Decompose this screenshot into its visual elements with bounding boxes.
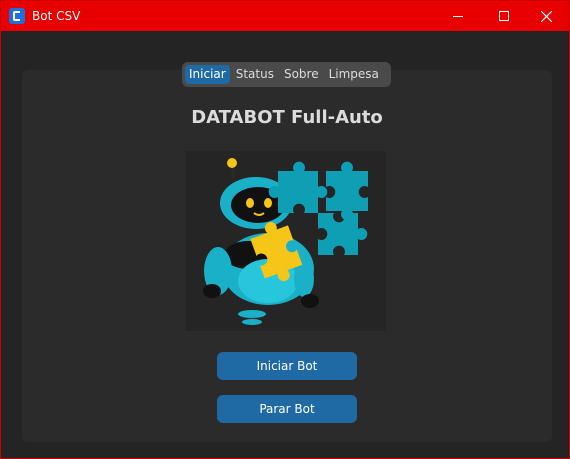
app-logo-icon (9, 8, 25, 24)
close-button[interactable] (523, 1, 569, 31)
minimize-button[interactable] (435, 1, 481, 31)
title-bar[interactable]: Bot CSV (1, 1, 569, 31)
close-icon (541, 11, 552, 22)
window-title: Bot CSV (32, 9, 81, 23)
maximize-button[interactable] (481, 1, 527, 31)
tab-iniciar[interactable]: Iniciar (185, 65, 230, 84)
stop-bot-button[interactable]: Parar Bot (217, 395, 357, 423)
tab-bar: Iniciar Status Sobre Limpesa (182, 62, 391, 87)
tab-limpesa[interactable]: Limpesa (325, 65, 383, 84)
robot-holding-puzzle-icon (186, 151, 386, 331)
tab-status[interactable]: Status (232, 65, 278, 84)
start-bot-button[interactable]: Iniciar Bot (217, 352, 357, 380)
tab-sobre[interactable]: Sobre (280, 65, 323, 84)
page-title: DATABOT Full-Auto (191, 107, 383, 128)
app-window: Bot CSV Iniciar Status Sobre Limpesa DAT… (0, 0, 570, 459)
